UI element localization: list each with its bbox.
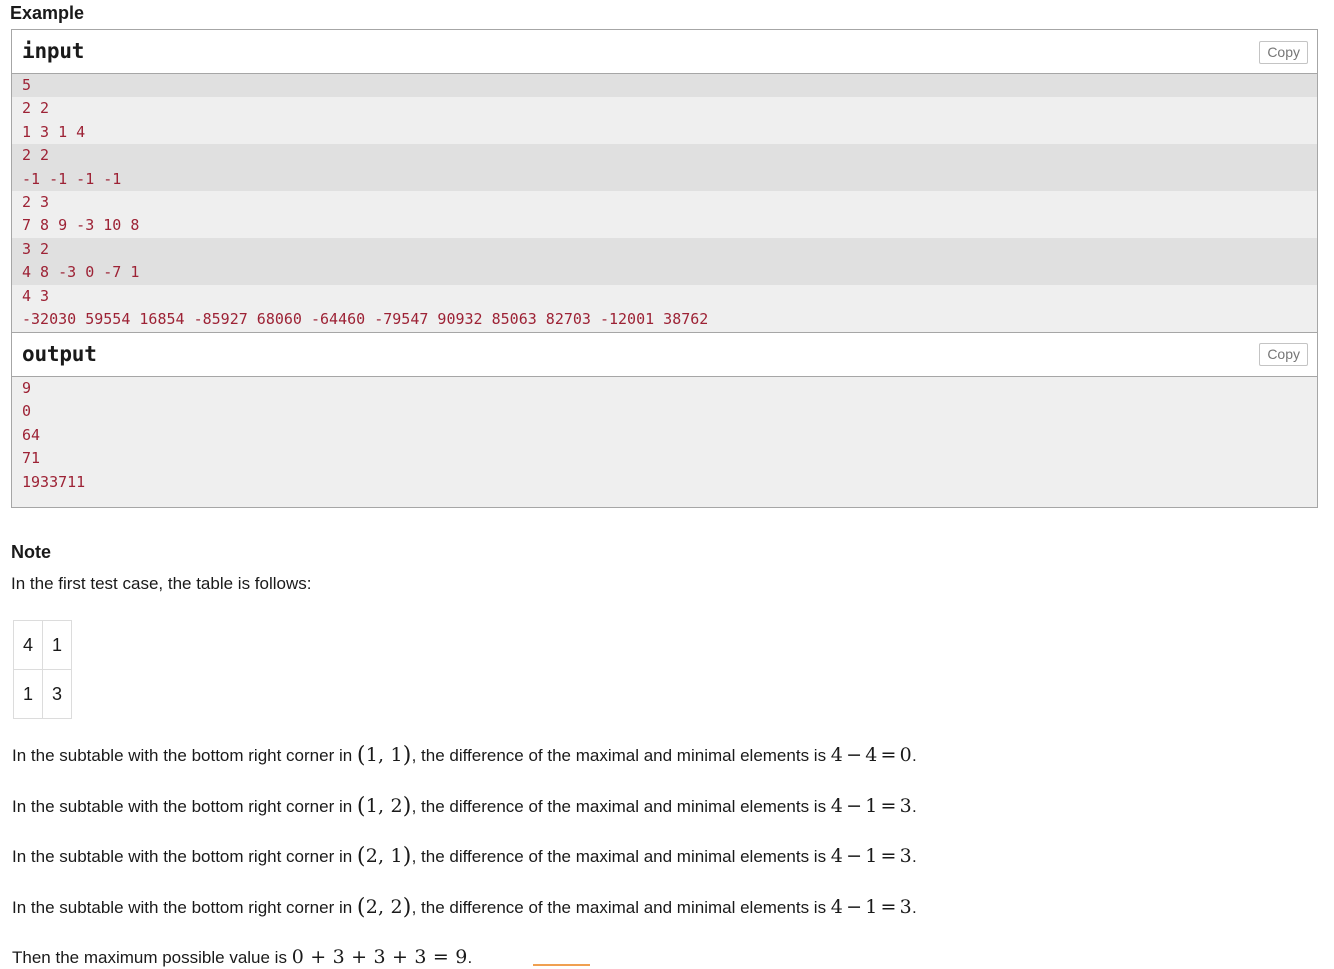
- paragraph-tail: .: [911, 746, 917, 765]
- input-line: 2 2: [22, 99, 50, 118]
- table-row: 1 3: [13, 669, 72, 719]
- output-line: 1933711: [22, 472, 86, 491]
- difference-expression: 4−1 = 3: [831, 795, 912, 817]
- operand-a: 4: [830, 744, 844, 766]
- paren-close: ): [402, 844, 412, 869]
- input-data-pre[interactable]: 5 2 2 1 3 1 4 2 2 -1 -1 -1 -1 2 3 7 8 9 …: [12, 73, 1317, 332]
- difference-expression: 4−1 = 3: [831, 845, 912, 867]
- coordinate-expression: (1, 2): [356, 794, 412, 819]
- paren-open: (: [356, 794, 366, 819]
- paragraph-lead: In the subtable with the bottom right co…: [12, 898, 357, 917]
- table-cell: 4: [13, 620, 43, 670]
- result-value: 3: [899, 795, 912, 817]
- input-line: 7 8 9 -3 10 8: [22, 216, 140, 235]
- operand-b: 4: [865, 744, 878, 766]
- operand-b: 1: [865, 795, 878, 817]
- operand-b: 1: [865, 896, 878, 918]
- output-line: 64: [22, 425, 41, 444]
- note-paragraph: In the subtable with the bottom right co…: [12, 795, 917, 818]
- coordinate-value: 2, 2: [365, 896, 403, 918]
- difference-expression: 4−4 = 0: [831, 744, 912, 766]
- paragraph-mid: , the difference of the maximal and mini…: [411, 898, 831, 917]
- paragraph-mid: , the difference of the maximal and mini…: [411, 797, 831, 816]
- table-cell: 1: [42, 620, 72, 670]
- coordinate-expression: (1, 1): [356, 743, 412, 768]
- copy-output-button[interactable]: Copy: [1259, 343, 1308, 366]
- coordinate-value: 1, 2: [365, 795, 403, 817]
- input-line: -1 -1 -1 -1: [12, 167, 1317, 191]
- input-line: 3 2: [12, 237, 1317, 262]
- output-line: 9: [22, 379, 32, 397]
- output-data-pre[interactable]: 9 0 64 71 1933711: [12, 376, 1317, 507]
- note-paragraph: In the subtable with the bottom right co…: [12, 744, 917, 767]
- paragraph-lead: In the subtable with the bottom right co…: [12, 847, 357, 866]
- coordinate-value: 2, 1: [365, 845, 403, 867]
- output-line: 71: [22, 449, 41, 468]
- equals-operator: =: [880, 744, 897, 766]
- input-title: input: [12, 30, 1317, 73]
- sample-test-output-block: output Copy 9 0 64 71 1933711: [12, 332, 1317, 507]
- minus-operator: −: [846, 896, 863, 918]
- minus-operator: −: [846, 744, 863, 766]
- difference-expression: 4−1 = 3: [831, 896, 912, 918]
- paragraph-mid: , the difference of the maximal and mini…: [411, 746, 831, 765]
- paren-open: (: [356, 895, 366, 920]
- result-value: 3: [899, 896, 912, 918]
- output-line: 0: [22, 402, 32, 421]
- copy-input-button[interactable]: Copy: [1259, 41, 1308, 64]
- sample-tests-container: input Copy 5 2 2 1 3 1 4 2 2 -1 -1 -1 -1…: [11, 29, 1318, 508]
- input-line: 5: [12, 74, 1317, 98]
- paragraph-tail: .: [911, 797, 917, 816]
- page-title-note: Note: [11, 542, 51, 562]
- sum-expression: 0 + 3 + 3 + 3 = 9: [291, 946, 468, 968]
- table-row: 4 1: [13, 620, 72, 670]
- input-line: 2 3: [22, 192, 50, 211]
- paragraph-lead: In the subtable with the bottom right co…: [12, 797, 357, 816]
- input-line: 4 8 -3 0 -7 1: [12, 261, 1317, 285]
- table-cell: 1: [13, 669, 43, 719]
- paren-close: ): [402, 794, 412, 819]
- text-selection-underline: [533, 964, 590, 966]
- coordinate-expression: (2, 1): [356, 844, 412, 869]
- note-paragraph: In the subtable with the bottom right co…: [12, 896, 917, 919]
- result-value: 0: [899, 744, 912, 766]
- operand-a: 4: [830, 795, 844, 817]
- conclusion-tail: .: [467, 948, 473, 967]
- input-line: -32030 59554 16854 -85927 68060 -64460 -…: [22, 309, 709, 328]
- input-line: 2 2: [12, 144, 1317, 168]
- paragraph-tail: .: [911, 847, 917, 866]
- result-value: 3: [899, 845, 912, 867]
- paren-open: (: [356, 743, 366, 768]
- note-paragraph: In the subtable with the bottom right co…: [12, 845, 917, 868]
- minus-operator: −: [846, 845, 863, 867]
- paren-close: ): [402, 895, 412, 920]
- conclusion-lead: Then the maximum possible value is: [12, 948, 292, 967]
- operand-b: 1: [865, 845, 878, 867]
- input-line: 1 3 1 4: [22, 122, 86, 141]
- output-title: output: [12, 332, 1317, 376]
- paragraph-lead: In the subtable with the bottom right co…: [12, 746, 357, 765]
- operand-a: 4: [830, 845, 844, 867]
- coordinate-expression: (2, 2): [356, 895, 412, 920]
- page-title-example: Example: [10, 3, 85, 23]
- paren-open: (: [356, 844, 366, 869]
- paren-close: ): [402, 743, 412, 768]
- paragraph-mid: , the difference of the maximal and mini…: [411, 847, 831, 866]
- coordinate-value: 1, 1: [365, 744, 403, 766]
- note-intro-text: In the first test case, the table is fol…: [11, 574, 312, 593]
- sample-test-input-block: input Copy 5 2 2 1 3 1 4 2 2 -1 -1 -1 -1…: [12, 30, 1317, 332]
- input-line: 4 3: [22, 286, 50, 305]
- equals-operator: =: [880, 896, 897, 918]
- table-cell: 3: [42, 669, 72, 719]
- minus-operator: −: [846, 795, 863, 817]
- note-conclusion: Then the maximum possible value is 0 + 3…: [12, 946, 472, 969]
- problem-statement-page: Example input Copy 5 2 2 1 3 1 4 2 2 -1 …: [0, 0, 1334, 969]
- operand-a: 4: [830, 896, 844, 918]
- paragraph-tail: .: [911, 898, 917, 917]
- equals-operator: =: [880, 845, 897, 867]
- note-matrix-table: 4 1 1 3: [13, 620, 72, 719]
- equals-operator: =: [880, 795, 897, 817]
